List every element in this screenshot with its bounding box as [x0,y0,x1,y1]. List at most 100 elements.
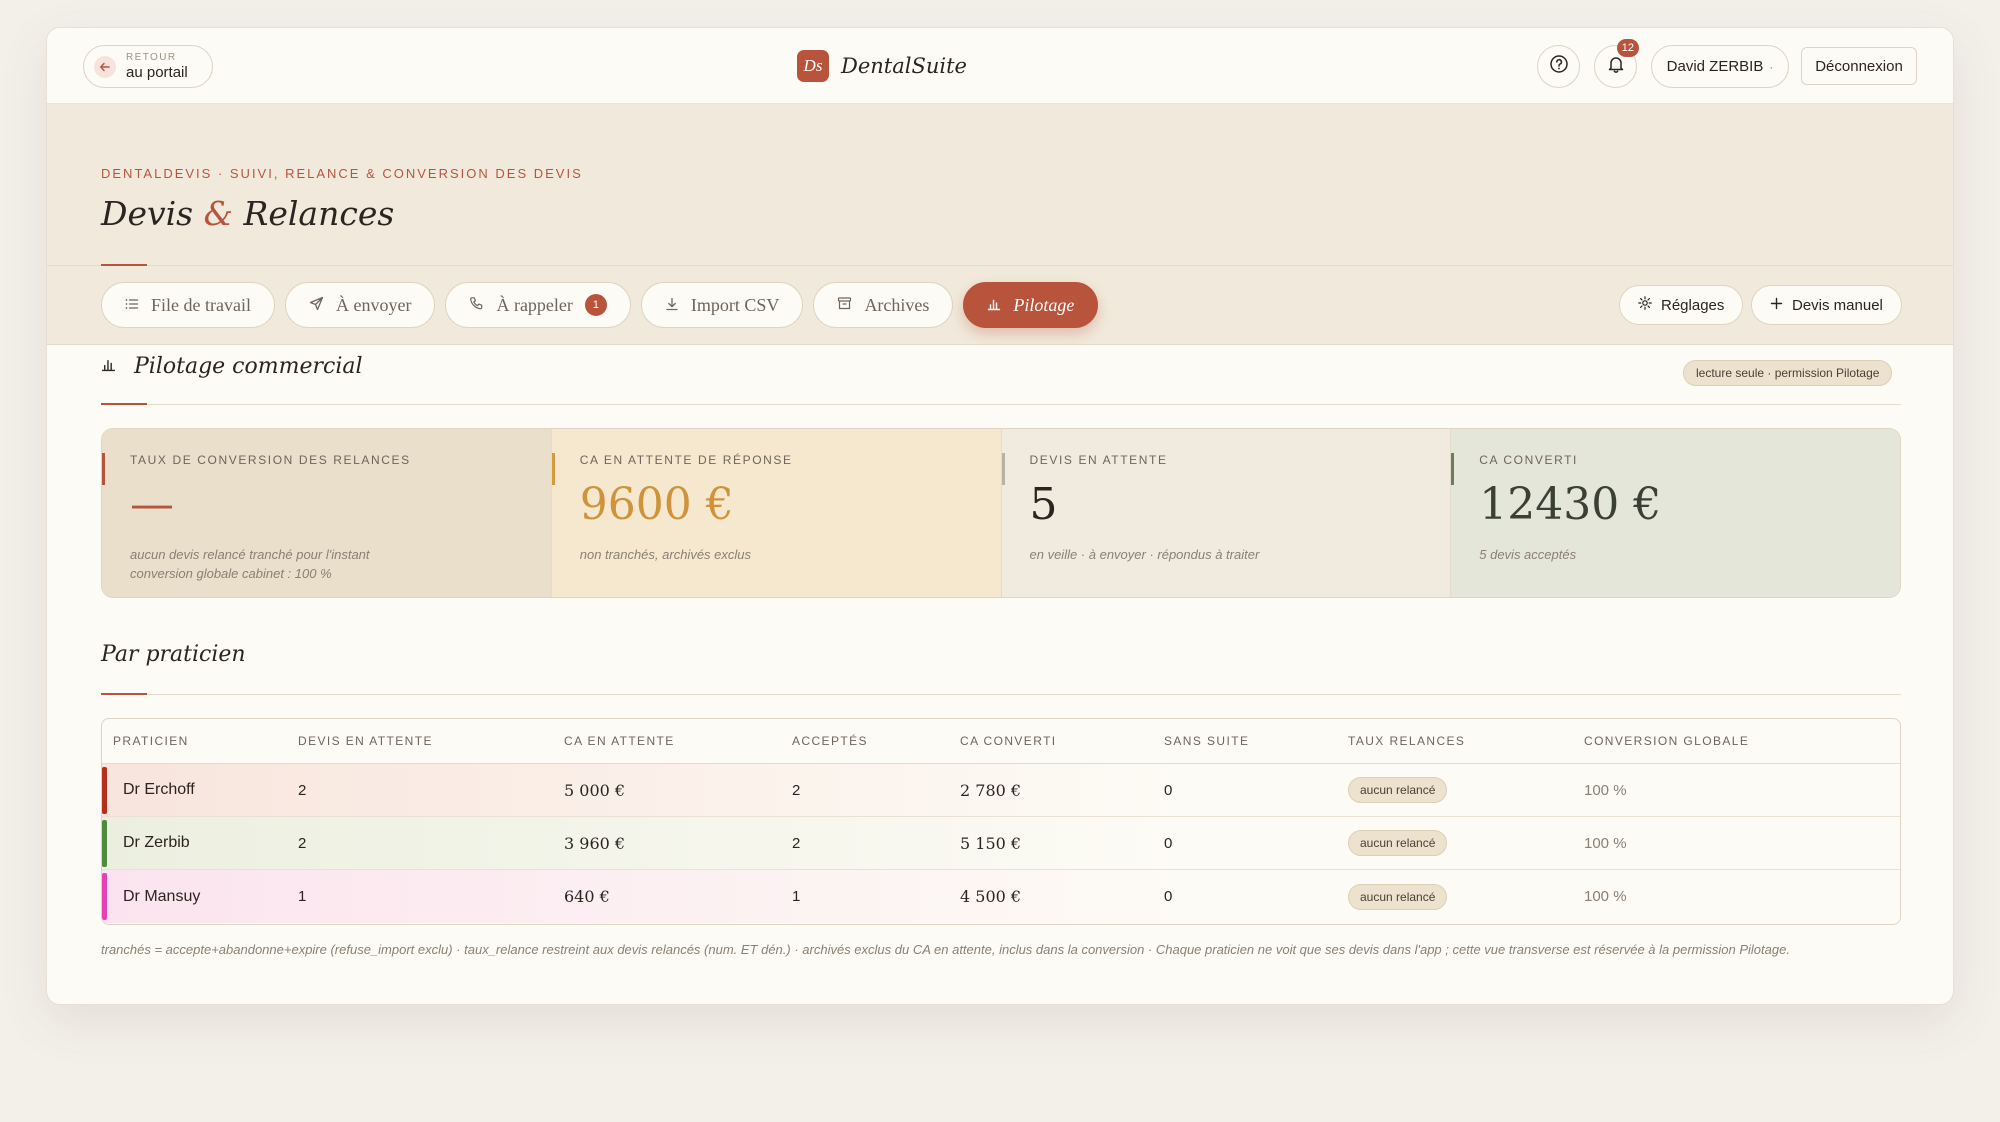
help-icon [1549,54,1569,79]
kpi-accent-bar [1451,453,1455,485]
table-row[interactable]: Dr Zerbib 2 3 960 € 2 5 150 € 0 aucun relancé 1… [102,817,1900,870]
kpi-value: — [130,479,174,530]
kpi-card: TAUX DE CONVERSION DES RELANCES — aucun de… [102,429,552,597]
pending-count: 2 [298,834,307,852]
tab-a-envoyer[interactable]: À envoyer [284,282,436,328]
kpi-accent-bar [551,453,555,485]
logout-button[interactable]: Déconnexion [1801,47,1917,85]
tab-pilotage[interactable]: Pilotage [963,282,1099,328]
brand: Ds DentalSuite [797,50,967,82]
column-header: SANS SUITE [1164,734,1250,748]
kpi-note: en veille · à envoyer · répondus à trait… [1030,545,1423,564]
bell-icon [1606,54,1626,79]
practitioner-color-marker [102,820,107,867]
kpi-note-line: 5 devis acceptés [1479,547,1577,562]
column-header: PRATICIEN [113,734,189,748]
practitioners-title: Par praticien [101,642,246,667]
tab-label: Import CSV [690,294,780,315]
brand-logo: Ds [797,50,829,82]
kpi-label: CA EN ATTENTE DE RÉPONSE [579,453,793,467]
user-menu-button[interactable]: David ZERBIB · [1651,45,1789,88]
header-accent-rule [101,264,147,266]
tab-file-de-travail[interactable]: File de travail [101,282,275,328]
notification-count-badge: 12 [1616,39,1639,57]
page-eyebrow: DENTALDEVIS · SUIVI, RELANCE & CONVERSIO… [101,166,583,181]
no-follow-count: 0 [1164,781,1173,799]
accepted-count: 2 [792,834,801,852]
global-conversion: 100 % [1584,781,1627,799]
kpi-accent-bar [1001,453,1005,485]
pending-count: 2 [298,781,307,799]
practitioner-name: Dr Zerbib [123,834,190,851]
table-footnote: tranchés = accepte+abandonne+expire (ref… [101,942,1790,957]
practitioner-color-marker [102,767,107,814]
kpi-note: 5 devis acceptés [1479,545,1872,564]
follow-up-rate-cell: aucun relancé [1348,830,1584,856]
kpi-note: aucun devis relancé tranché pour l'insta… [130,545,523,583]
practitioners-accent-rule [101,693,147,695]
no-follow-count: 0 [1164,888,1173,905]
archive-icon [837,295,852,316]
app-window: RETOUR au portail Ds DentalSuite 12 Davi… [46,27,1954,1005]
top-bar: RETOUR au portail Ds DentalSuite 12 Davi… [47,28,1953,104]
back-eyebrow: RETOUR [126,52,177,63]
title-ampersand: & [203,194,233,233]
column-header: CA EN ATTENTE [564,734,675,748]
page-header: DENTALDEVIS · SUIVI, RELANCE & CONVERSIO… [47,104,1953,345]
practitioners-divider [101,694,1901,695]
user-menu-caret: · [1769,59,1774,74]
accepted-count: 2 [792,781,801,799]
list-icon [125,295,139,316]
section-divider [101,404,1901,405]
kpi-note-line: aucun devis relancé tranché pour l'insta… [130,547,370,562]
kpi-accent-bar [102,453,105,485]
tab-archives[interactable]: Archives [813,282,954,328]
tab-count-badge: 1 [584,294,607,316]
download-icon [665,295,679,316]
phone-icon [469,295,484,316]
converted-revenue: 5 150 € [960,833,1022,853]
column-header: DEVIS EN ATTENTE [298,734,433,748]
practitioners-header: Par praticien [101,642,246,667]
global-conversion: 100 % [1584,888,1627,905]
follow-up-rate-cell: aucun relancé [1348,883,1584,910]
table-row[interactable]: Dr Mansuy 1 640 € 1 4 500 € 0 aucun relancé 100… [102,870,1900,923]
tab-a-rappeler[interactable]: À rappeler 1 [445,282,631,328]
global-conversion: 100 % [1584,834,1627,852]
gear-icon [1638,296,1652,314]
bar-chart-icon [101,357,116,377]
kpi-note: non tranchés, archivés exclus [580,545,973,564]
tab-import-csv[interactable]: Import CSV [640,282,804,328]
table-row[interactable]: Dr Erchoff 2 5 000 € 2 2 780 € 0 aucun relancé… [102,764,1900,817]
tab-label: Archives [864,294,930,315]
tab-label: À envoyer [335,294,412,315]
manual-quote-button[interactable]: Devis manuel [1751,285,1902,325]
arrow-left-icon [94,55,116,78]
settings-button[interactable]: Réglages [1619,285,1744,325]
kpi-card: DEVIS EN ATTENTE 5 en veille · à envoyer ·… [1001,429,1452,597]
pending-count: 1 [298,888,307,905]
no-follow-count: 0 [1164,834,1173,852]
tab-label: Pilotage [1013,294,1075,315]
column-header: ACCEPTÉS [792,734,868,748]
converted-revenue: 2 780 € [960,780,1022,800]
help-button[interactable] [1537,45,1580,88]
practitioner-name: Dr Mansuy [123,887,201,905]
page-title: Devis & Relances [101,194,394,233]
kpi-note-line: en veille · à envoyer · répondus à trait… [1029,547,1260,562]
pending-revenue: 640 € [564,887,610,906]
column-header: TAUX RELANCES [1348,734,1466,748]
kpi-value: 5 [1029,479,1058,530]
notifications-button[interactable]: 12 [1594,39,1639,88]
settings-label: Réglages [1661,296,1725,314]
bar-chart-icon [987,295,1001,316]
kpi-value: 12430 € [1479,479,1662,530]
section-header: Pilotage commercial [101,354,363,379]
kpi-card: CA EN ATTENTE DE RÉPONSE 9600 € non tranch… [551,429,1002,597]
follow-up-rate-badge: aucun relancé [1348,777,1448,803]
converted-revenue: 4 500 € [960,887,1022,906]
follow-up-rate-cell: aucun relancé [1348,777,1584,803]
readonly-permission-badge: lecture seule · permission Pilotage [1683,360,1893,386]
back-to-portal-button[interactable]: RETOUR au portail [83,45,213,88]
pending-revenue: 5 000 € [564,780,626,800]
